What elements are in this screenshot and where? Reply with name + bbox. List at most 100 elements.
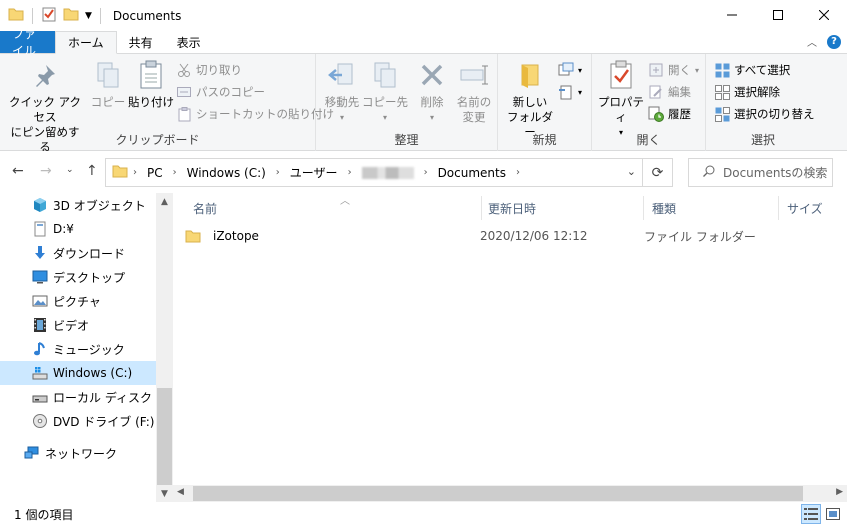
- folder-icon: [112, 164, 128, 181]
- tab-view[interactable]: 表示: [165, 31, 213, 53]
- tab-home[interactable]: ホーム: [55, 31, 117, 54]
- paste-button[interactable]: 貼り付け: [128, 58, 174, 110]
- edit-button[interactable]: 編集: [648, 82, 691, 102]
- nav-item-label: ローカル ディスク (D:): [53, 390, 156, 405]
- search-input[interactable]: Documentsの検索: [688, 158, 833, 187]
- recent-locations-chevron-icon[interactable]: ⌄: [66, 165, 74, 175]
- details-view-icon[interactable]: [801, 504, 821, 524]
- search-icon: [703, 165, 715, 180]
- scroll-right-arrow-icon[interactable]: ▶: [836, 487, 843, 497]
- nav-item-videos[interactable]: ビデオ: [0, 313, 156, 337]
- help-icon[interactable]: ?: [827, 34, 841, 49]
- delete-label: 削除: [420, 95, 444, 109]
- column-date-label: 更新日時: [488, 201, 537, 216]
- nav-item-music[interactable]: ミュージック: [0, 337, 156, 361]
- scroll-down-arrow-icon[interactable]: ▼: [156, 485, 173, 502]
- copy-path-button[interactable]: パスのコピー: [176, 82, 265, 102]
- nav-item-windows-c[interactable]: Windows (C:): [0, 361, 156, 385]
- copy-button[interactable]: コピー: [88, 58, 128, 110]
- scroll-up-arrow-icon[interactable]: ▲: [156, 193, 173, 210]
- column-header-date[interactable]: 更新日時: [480, 196, 644, 220]
- move-to-button[interactable]: 移動先 ▾: [320, 58, 364, 125]
- local-disk-icon: [32, 389, 48, 405]
- cut-button[interactable]: 切り取り: [176, 60, 242, 80]
- nav-item-label: ピクチャ: [53, 294, 101, 309]
- scroll-thumb[interactable]: [157, 388, 172, 485]
- horizontal-scroll-thumb[interactable]: [193, 486, 803, 501]
- close-button[interactable]: [801, 0, 847, 29]
- open-icon: [648, 62, 664, 78]
- delete-button[interactable]: 削除 ▾: [414, 58, 450, 125]
- maximize-button[interactable]: [755, 0, 801, 29]
- breadcrumb-documents[interactable]: Documents: [438, 166, 506, 180]
- nav-item-desktop[interactable]: デスクトップ: [0, 265, 156, 289]
- new-folder-button[interactable]: 新しい フォルダー: [504, 58, 556, 140]
- scissors-icon: [176, 62, 192, 78]
- paste-shortcut-button[interactable]: ショートカットの貼り付け: [176, 104, 334, 124]
- address-history-chevron-icon[interactable]: ⌄: [627, 165, 636, 178]
- breadcrumb-separator-icon[interactable]: ›: [348, 167, 352, 178]
- file-type: ファイル フォルダー: [644, 229, 756, 244]
- history-button[interactable]: 履歴: [648, 104, 691, 124]
- expand-ribbon-icon[interactable]: ︿: [807, 34, 817, 49]
- window-controls: [709, 0, 847, 29]
- breadcrumb-separator-icon[interactable]: ›: [276, 167, 280, 178]
- breadcrumb-pc[interactable]: PC: [147, 166, 163, 180]
- navigation-bar: ← → ⌄ ↑ › PC › Windows (C:) › ユーザー › › D…: [0, 151, 847, 193]
- nav-item-pictures[interactable]: ピクチャ: [0, 289, 156, 313]
- scroll-left-arrow-icon[interactable]: ◀: [177, 487, 184, 497]
- nav-item-d-drive[interactable]: D:¥: [0, 217, 156, 241]
- properties-button[interactable]: プロパティ ▾: [596, 58, 646, 140]
- tab-file[interactable]: ファイル: [0, 27, 55, 58]
- breadcrumb-separator-icon[interactable]: ›: [133, 167, 137, 178]
- breadcrumb-windows-drive[interactable]: Windows (C:): [187, 166, 266, 180]
- column-header-size[interactable]: サイズ: [779, 196, 847, 220]
- back-arrow-icon[interactable]: ←: [12, 163, 24, 179]
- breadcrumb-separator-icon[interactable]: ›: [173, 167, 177, 178]
- copy-to-button[interactable]: コピー先 ▾: [362, 58, 408, 125]
- breadcrumb-separator-icon[interactable]: ›: [424, 167, 428, 178]
- nav-item-label: ネットワーク: [45, 446, 118, 461]
- select-all-button[interactable]: すべて選択: [714, 60, 790, 80]
- properties-label: プロパティ: [598, 95, 644, 124]
- customize-qa-dropdown-icon[interactable]: ▼: [85, 11, 92, 21]
- breadcrumb-separator-icon[interactable]: ›: [516, 167, 520, 178]
- nav-item-dvd-drive-f[interactable]: DVD ドライブ (F:) Auc: [0, 409, 156, 433]
- column-header-type[interactable]: 種類: [644, 196, 779, 220]
- properties-qa-icon[interactable]: [41, 6, 57, 25]
- breadcrumb-users[interactable]: ユーザー: [290, 164, 338, 181]
- nav-item-local-disk-d[interactable]: ローカル ディスク (D:): [0, 385, 156, 409]
- delete-dropdown-icon: ▾: [429, 113, 434, 122]
- move-to-icon: [325, 58, 359, 92]
- column-header-name[interactable]: 名前 ︿: [185, 196, 482, 220]
- forward-arrow-icon[interactable]: →: [40, 163, 52, 179]
- file-name: iZotope: [213, 229, 259, 243]
- nav-item-3d-objects[interactable]: 3D オブジェクト: [0, 193, 156, 217]
- minimize-button[interactable]: [709, 0, 755, 29]
- file-list-horizontal-scrollbar[interactable]: ◀ ▶: [173, 485, 847, 502]
- invert-selection-button[interactable]: 選択の切り替え: [714, 104, 815, 124]
- select-none-button[interactable]: 選択解除: [714, 82, 780, 102]
- file-row[interactable]: iZotope 2020/12/06 12:12 ファイル フォルダー: [185, 225, 825, 247]
- network-icon: [24, 445, 40, 461]
- large-icons-view-icon[interactable]: [823, 504, 843, 524]
- address-bar[interactable]: › PC › Windows (C:) › ユーザー › › Documents…: [105, 158, 673, 187]
- music-icon: [32, 341, 48, 357]
- new-folder-qa-icon[interactable]: [63, 7, 79, 24]
- refresh-icon[interactable]: ⟳: [642, 159, 672, 186]
- new-item-button[interactable]: ▾: [558, 60, 582, 80]
- open-button[interactable]: 開く ▾: [648, 60, 699, 80]
- paste-shortcut-icon: [176, 106, 192, 122]
- rename-button[interactable]: 名前の 変更: [452, 58, 496, 125]
- tab-share[interactable]: 共有: [117, 31, 165, 53]
- nav-item-network[interactable]: ネットワーク: [0, 441, 156, 465]
- select-none-icon: [714, 84, 730, 100]
- rename-label-line2: 変更: [462, 110, 486, 124]
- navigation-pane-scrollbar[interactable]: ▲ ▼: [156, 193, 173, 502]
- easy-access-button[interactable]: ▾: [558, 82, 582, 102]
- up-arrow-icon[interactable]: ↑: [86, 163, 98, 179]
- copy-icon: [91, 58, 125, 92]
- paste-shortcut-label: ショートカットの貼り付け: [196, 107, 334, 121]
- breadcrumb-username-redacted[interactable]: [361, 166, 414, 179]
- nav-item-downloads[interactable]: ダウンロード: [0, 241, 156, 265]
